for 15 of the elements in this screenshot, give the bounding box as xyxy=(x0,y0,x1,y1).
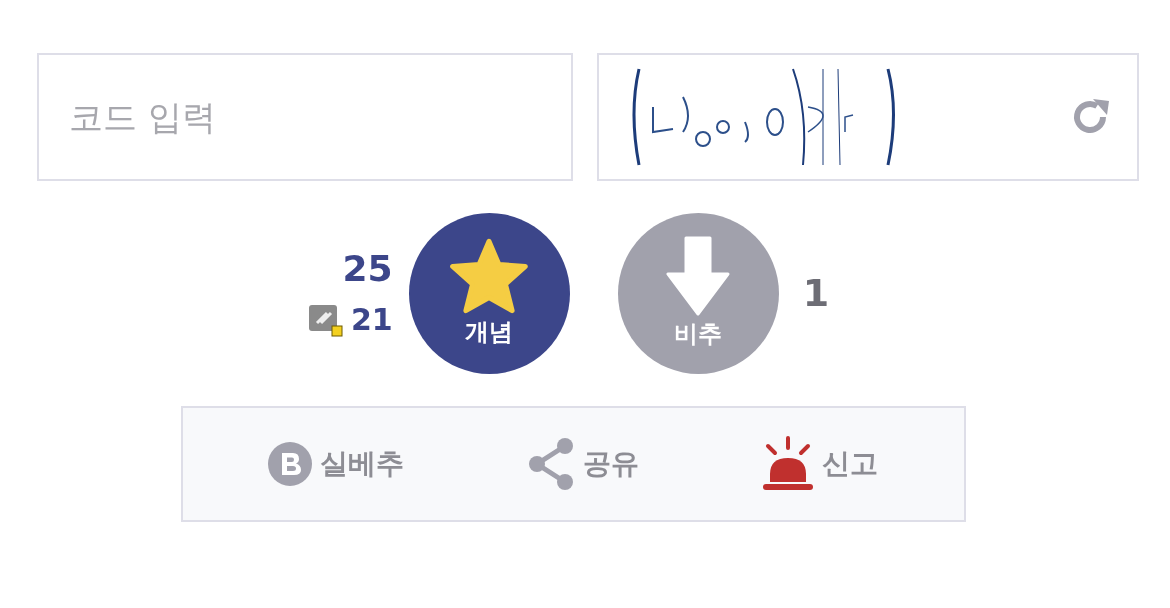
downvote-button[interactable]: 비추 xyxy=(617,213,779,374)
siren-icon xyxy=(762,436,814,492)
report-button[interactable]: 신고 xyxy=(756,435,884,493)
upvote-count: 25 xyxy=(342,250,393,287)
downvote-count: 1 xyxy=(802,270,830,317)
upvote-button[interactable]: 개념 xyxy=(408,213,570,374)
fixed-user-count: 21 xyxy=(350,304,393,335)
share-button[interactable]: 공유 xyxy=(521,436,645,492)
share-icon xyxy=(527,437,575,491)
best-icon xyxy=(268,442,312,486)
fixed-user-icon xyxy=(306,302,343,337)
down-arrow-icon xyxy=(666,235,731,316)
star-icon xyxy=(449,237,530,314)
code-input-field[interactable]: 코드 입력 xyxy=(37,53,573,181)
best-button[interactable]: 실베추 xyxy=(262,441,410,487)
